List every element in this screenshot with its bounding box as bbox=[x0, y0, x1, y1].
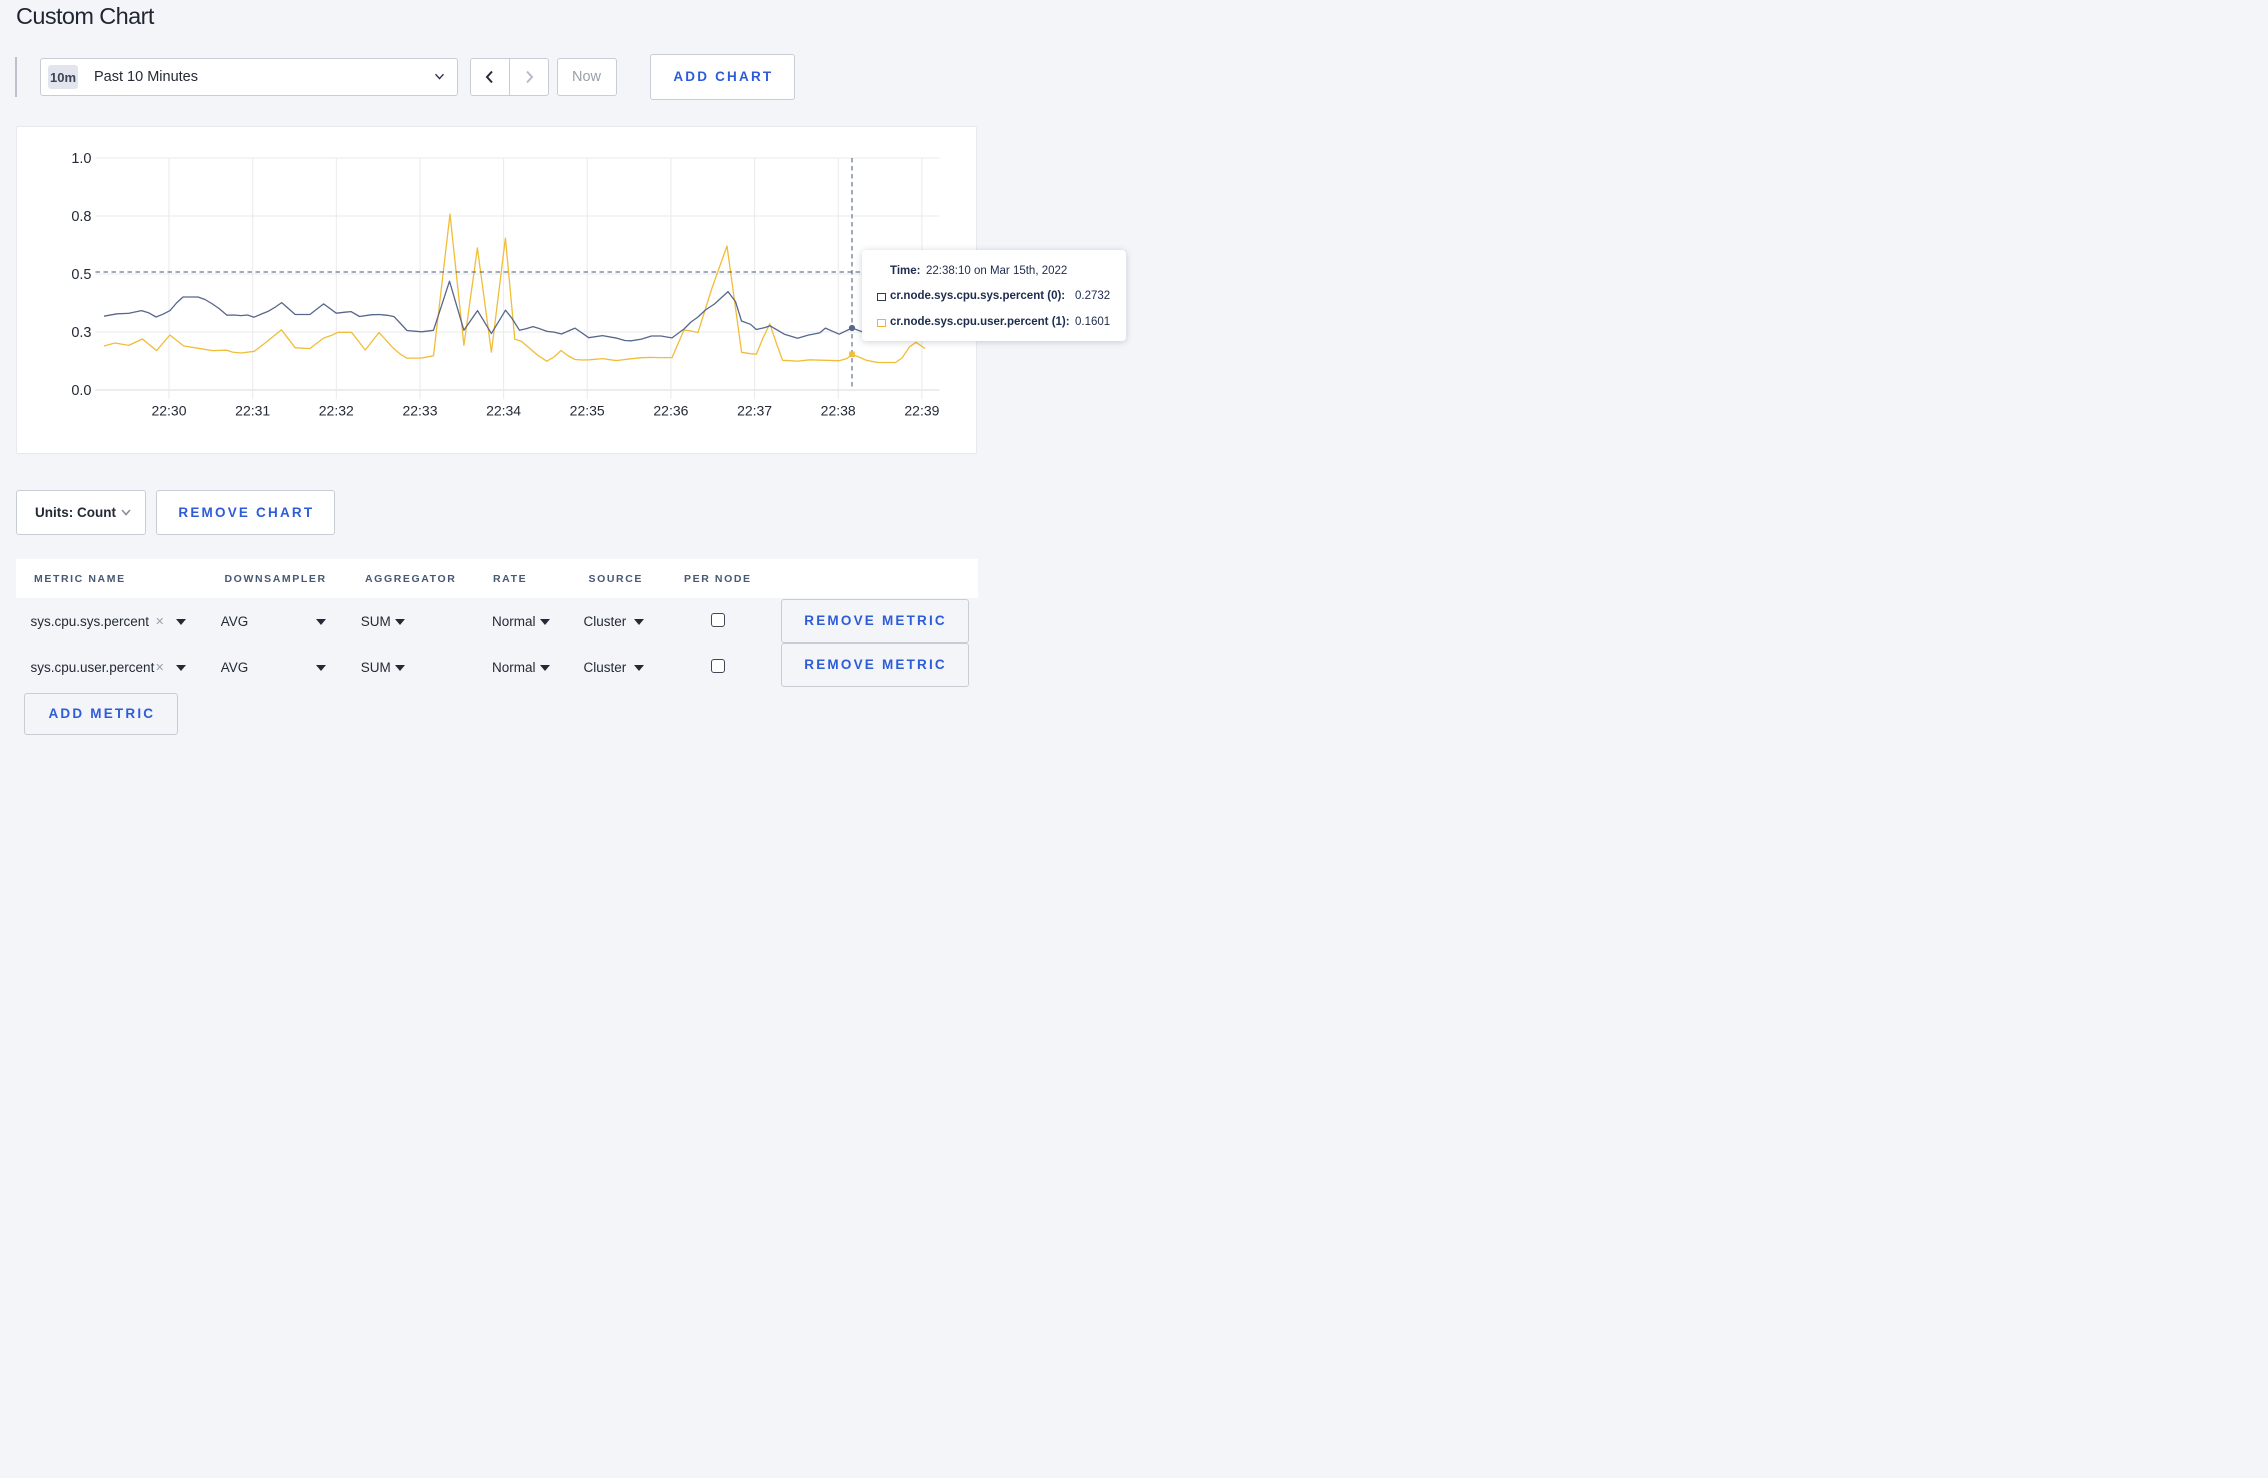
svg-text:22:35: 22:35 bbox=[570, 403, 605, 419]
svg-text:22:31: 22:31 bbox=[235, 403, 270, 419]
svg-text:22:30: 22:30 bbox=[151, 403, 186, 419]
svg-text:22:37: 22:37 bbox=[737, 403, 772, 419]
svg-text:22:38: 22:38 bbox=[821, 403, 856, 419]
svg-text:22:34: 22:34 bbox=[486, 403, 521, 419]
svg-text:22:39: 22:39 bbox=[904, 403, 939, 419]
svg-text:0.8: 0.8 bbox=[71, 209, 91, 225]
svg-text:1.0: 1.0 bbox=[71, 151, 91, 167]
svg-text:22:36: 22:36 bbox=[653, 403, 688, 419]
svg-text:0.0: 0.0 bbox=[71, 383, 91, 399]
svg-text:0.3: 0.3 bbox=[71, 325, 91, 341]
svg-text:22:32: 22:32 bbox=[319, 403, 354, 419]
svg-text:22:33: 22:33 bbox=[402, 403, 437, 419]
svg-text:0.5: 0.5 bbox=[71, 267, 91, 283]
